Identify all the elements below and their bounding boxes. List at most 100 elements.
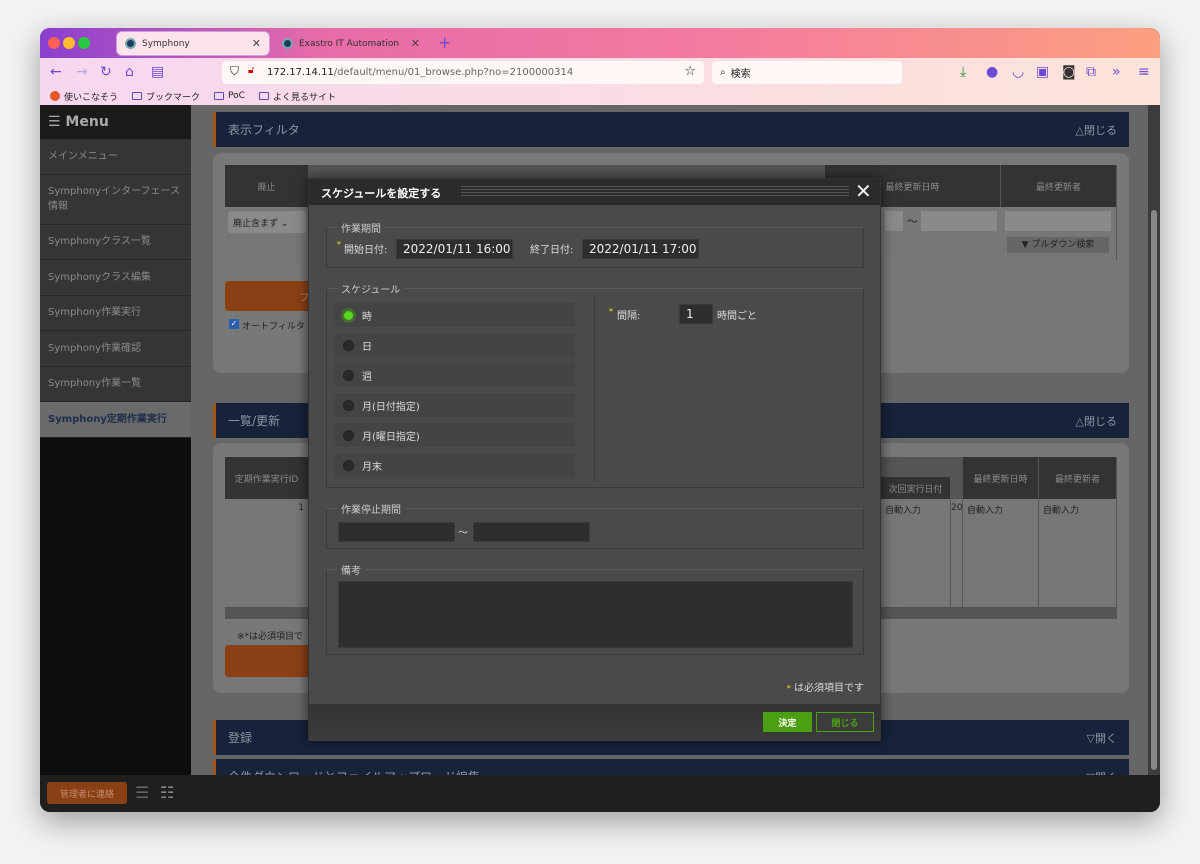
tab-symphony[interactable]: Symphony ✕ xyxy=(116,31,270,56)
sidebar-item-scheduled[interactable]: Symphony定期作業実行 xyxy=(40,402,191,438)
close-icon[interactable]: ✕ xyxy=(855,181,872,201)
radio-label: 月末 xyxy=(362,461,382,473)
auto-filter-checkbox[interactable]: ✓ オートフィルタ xyxy=(229,319,305,332)
back-icon[interactable]: ← xyxy=(50,64,62,80)
interval-input[interactable]: 1 xyxy=(679,304,713,324)
pulldown-search-button[interactable]: ▼ プルダウン検索 xyxy=(1007,237,1109,253)
menu-title[interactable]: ☰ Menu xyxy=(40,105,191,139)
search-icon: ⌕ xyxy=(720,67,726,78)
extension-y-icon[interactable]: ● xyxy=(986,64,998,80)
bookmark-item[interactable]: よく見るサイト xyxy=(258,90,336,103)
sidebar-item-class-edit[interactable]: Symphonyクラス編集 xyxy=(40,260,191,296)
stop-to-input[interactable] xyxy=(473,522,590,542)
sidebar-item-execute[interactable]: Symphony作業実行 xyxy=(40,295,191,331)
end-date-label: 終了日付: xyxy=(530,245,574,256)
start-date-input[interactable]: 2022/01/11 16:00 xyxy=(396,239,513,259)
tab-label: Exastro IT Automation xyxy=(299,38,400,49)
date-from-input[interactable] xyxy=(885,211,903,231)
toggle-link[interactable]: △閉じる xyxy=(1076,413,1117,429)
required-note-text: は必須項目です xyxy=(794,683,864,694)
radio-icon xyxy=(343,399,354,411)
close-tab-icon[interactable]: ✕ xyxy=(411,37,420,50)
extension-icon[interactable]: ▣ xyxy=(1036,64,1049,80)
maximize-window-button[interactable] xyxy=(78,37,90,49)
download-icon[interactable]: ⤓ xyxy=(960,64,966,80)
cell: 自動入力 xyxy=(963,499,1039,607)
column-header: 廃止 xyxy=(225,165,309,207)
bookmark-item[interactable]: ブックマーク xyxy=(132,90,200,103)
sidebar: ☰ Menu メインメニュー Symphonyインターフェース情報 Sympho… xyxy=(40,105,191,775)
folder-icon xyxy=(132,92,143,100)
stop-from-input[interactable] xyxy=(338,522,455,542)
sidebar-item-main-menu[interactable]: メインメニュー xyxy=(40,139,191,175)
end-date-input[interactable]: 2022/01/11 17:00 xyxy=(582,239,699,259)
sidebar-item-check[interactable]: Symphony作業確認 xyxy=(40,331,191,367)
layout-split-icon[interactable]: ☰ xyxy=(135,783,149,802)
pocket-icon[interactable]: ◡ xyxy=(1012,64,1024,80)
bookmark-item[interactable]: PoC xyxy=(214,91,245,101)
sidebar-item-class-list[interactable]: Symphonyクラス一覧 xyxy=(40,224,191,260)
drag-handle[interactable] xyxy=(461,186,849,198)
column-header: 定期作業実行ID xyxy=(225,457,309,499)
url-path: /default/menu/01_browse.php?no=210000031… xyxy=(333,67,574,78)
sidebar-item-interface[interactable]: Symphonyインターフェース情報 xyxy=(40,174,191,225)
contact-admin-button[interactable]: 管理者に連絡 xyxy=(47,782,127,804)
close-tab-icon[interactable]: ✕ xyxy=(252,37,261,50)
layout-list-icon[interactable]: ☷ xyxy=(160,783,174,802)
radio-label: 月(日付指定) xyxy=(362,401,420,413)
toggle-link[interactable]: ▽開く xyxy=(1087,730,1117,746)
column-header: 最終更新者 xyxy=(1001,165,1117,207)
forward-icon[interactable]: → xyxy=(76,64,88,80)
sidebar-icon[interactable]: ▤ xyxy=(151,64,164,80)
radio-month-end[interactable]: 月末 xyxy=(335,453,575,477)
firefox-icon xyxy=(50,91,60,101)
section-title: 登録 xyxy=(228,731,253,745)
date-to-input[interactable] xyxy=(921,211,997,231)
home-icon[interactable]: ⌂ xyxy=(125,64,134,80)
ok-button[interactable]: 決定 xyxy=(763,712,812,732)
required-note: ※*は必須項目で xyxy=(237,632,304,642)
fieldset-legend: スケジュール xyxy=(337,281,405,296)
radio-icon xyxy=(343,429,354,441)
radio-monthly-weekday[interactable]: 月(曜日指定) xyxy=(335,423,575,447)
reload-icon[interactable]: ↻ xyxy=(100,64,112,80)
new-tab-button[interactable]: + xyxy=(438,33,451,52)
remarks-textarea[interactable] xyxy=(338,581,853,648)
radio-daily[interactable]: 日 xyxy=(335,333,575,357)
required-mark: * xyxy=(786,684,791,693)
toggle-link[interactable]: △閉じる xyxy=(1076,122,1117,138)
bookmark-label: ブックマーク xyxy=(146,92,201,103)
discard-select[interactable]: 廃止含まず ⌄ xyxy=(228,211,306,233)
radio-label: 週 xyxy=(362,371,372,383)
dialog-footer: 決定 閉じる xyxy=(309,704,880,741)
column-header: 次回実行日付 xyxy=(881,477,951,499)
updater-input[interactable] xyxy=(1005,211,1111,231)
overflow-icon[interactable]: » xyxy=(1112,64,1121,80)
work-period-fieldset: 作業期間 * 開始日付: 2022/01/11 16:00 終了日付: 2022… xyxy=(326,220,864,268)
interval-unit: 時間ごと xyxy=(717,311,757,322)
fieldset-legend: 作業停止期間 xyxy=(337,501,405,516)
menu-icon[interactable]: ≡ xyxy=(1138,64,1150,80)
cell-id: 1 xyxy=(225,499,309,607)
fieldset-legend: 作業期間 xyxy=(337,220,385,235)
search-input[interactable]: ⌕ 検索 xyxy=(712,61,902,84)
avatar-extension-icon[interactable]: ◙ xyxy=(1062,64,1076,80)
scrollbar-thumb[interactable] xyxy=(1151,210,1157,770)
close-window-button[interactable] xyxy=(48,37,60,49)
bookmark-star-icon[interactable]: ☆ xyxy=(684,64,696,79)
close-button[interactable]: 閉じる xyxy=(816,712,874,732)
bookmarks-bar: 使いこなそう ブックマーク PoC よく見るサイト xyxy=(40,87,1160,105)
tab-exastro[interactable]: Exastro IT Automation ✕ xyxy=(274,31,428,56)
minimize-window-button[interactable] xyxy=(63,37,75,49)
filter-section-header[interactable]: 表示フィルタ △閉じる xyxy=(213,112,1129,147)
translate-icon[interactable]: ⧉ xyxy=(1086,64,1096,80)
radio-monthly-date[interactable]: 月(日付指定) xyxy=(335,393,575,417)
sidebar-item-list[interactable]: Symphony作業一覧 xyxy=(40,366,191,402)
radio-hourly[interactable]: 時 xyxy=(335,303,575,327)
bookmark-item[interactable]: 使いこなそう xyxy=(50,90,118,103)
radio-weekly[interactable]: 週 xyxy=(335,363,575,387)
tab-bar: Symphony ✕ Exastro IT Automation ✕ + xyxy=(40,28,1160,58)
radio-label: 月(曜日指定) xyxy=(362,431,420,443)
url-bar[interactable]: ⛉ 🔓︎ 172.17.14.11/default/menu/01_browse.p… xyxy=(222,61,704,84)
page-scrollbar[interactable] xyxy=(1148,105,1160,775)
